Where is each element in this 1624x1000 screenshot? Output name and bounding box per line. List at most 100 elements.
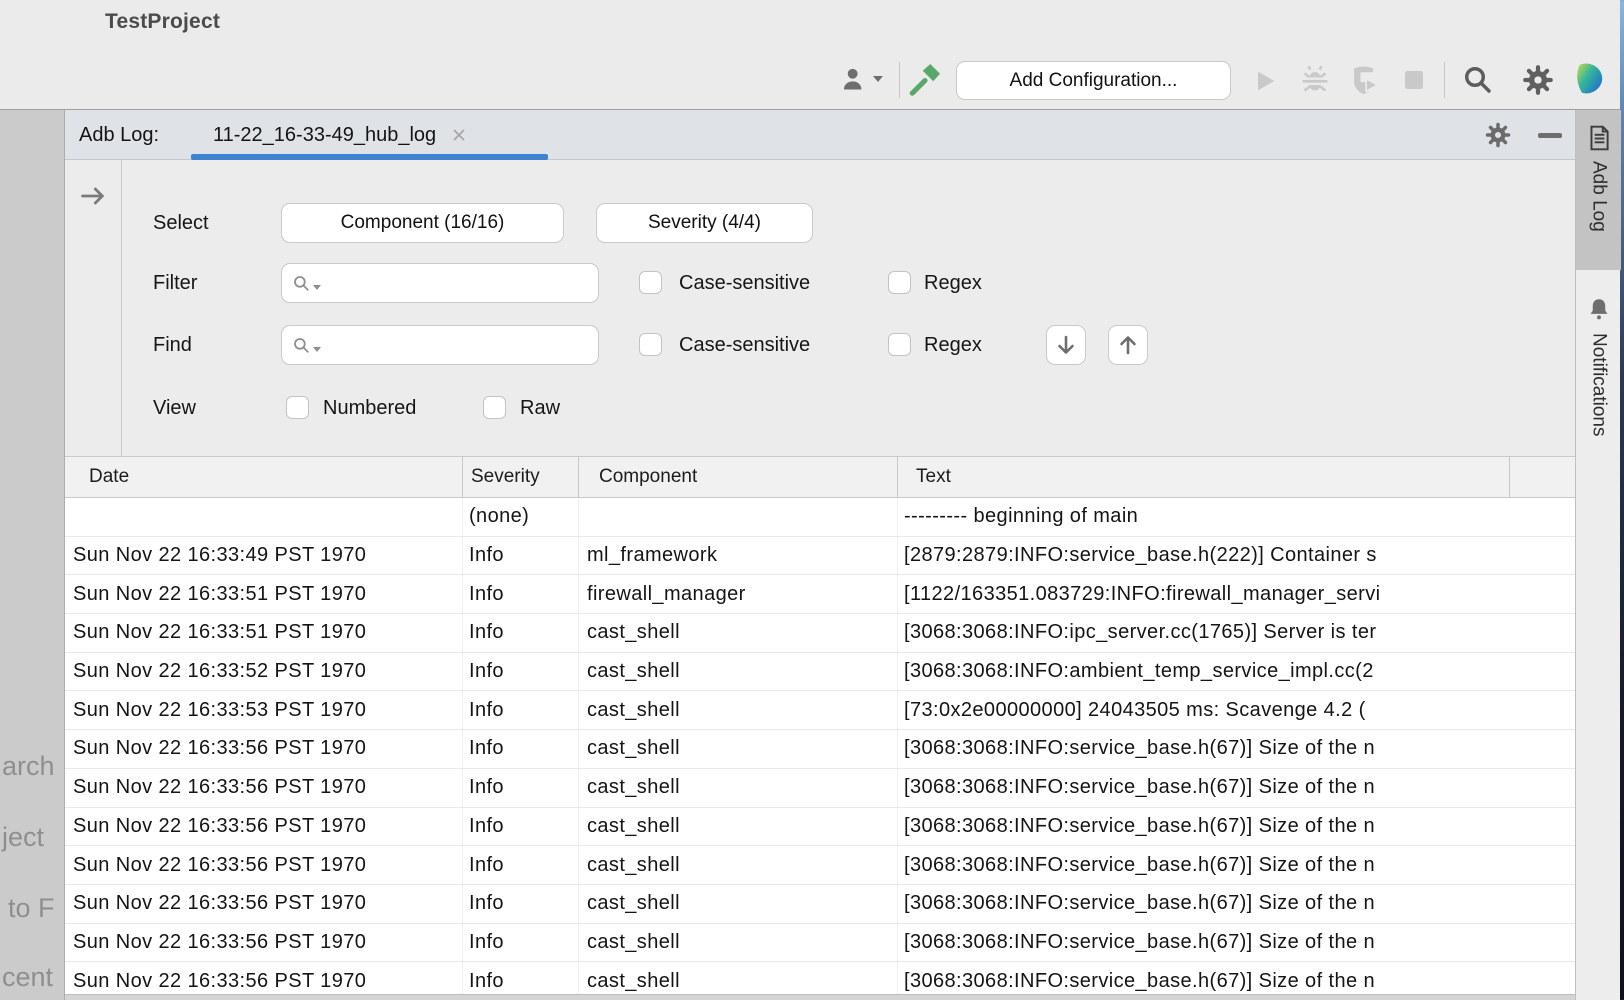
table-row[interactable]: Sun Nov 22 16:33:51 PST 1970Infofirewall…: [65, 575, 1575, 614]
component-filter-label: Component (16/16): [341, 212, 505, 234]
cell-text: [3068:3068:INFO:service_base.h(67)] Size…: [898, 924, 1575, 962]
cell-component: cast_shell: [579, 846, 898, 884]
select-label: Select: [153, 203, 209, 243]
run-icon: [1251, 67, 1279, 95]
filter-label: Filter: [153, 263, 197, 303]
log-table: Date Severity Component Text (none)-----…: [65, 456, 1575, 1000]
titlebar: TestProject Add Configuration...: [0, 0, 1620, 110]
view-label: View: [153, 388, 196, 428]
log-file-tab[interactable]: 11-22_16-33-49_hub_log: [191, 110, 548, 160]
minimize-icon[interactable]: [1538, 133, 1562, 138]
find-regex-checkbox[interactable]: [888, 333, 911, 356]
cell-date: Sun Nov 22 16:33:49 PST 1970: [65, 537, 463, 575]
view-numbered-checkbox[interactable]: [286, 396, 309, 419]
table-row[interactable]: Sun Nov 22 16:33:49 PST 1970Infoml_frame…: [65, 537, 1575, 576]
cell-component: cast_shell: [579, 769, 898, 807]
column-header-spacer: [1510, 457, 1575, 497]
find-input[interactable]: [281, 325, 599, 365]
cell-component: cast_shell: [579, 924, 898, 962]
column-header-component[interactable]: Component: [579, 457, 898, 497]
cell-severity: Info: [463, 575, 579, 613]
search-options-caret-icon: [313, 347, 321, 352]
background-shortcut-fragment: ject: [2, 822, 44, 853]
view-raw-checkbox[interactable]: [483, 396, 506, 419]
view-numbered-label: Numbered: [323, 388, 416, 428]
table-row[interactable]: Sun Nov 22 16:33:56 PST 1970Infocast_she…: [65, 846, 1575, 885]
ide-window: TestProject Add Configuration...: [0, 0, 1620, 1000]
filter-input[interactable]: [281, 263, 599, 303]
find-next-button[interactable]: [1046, 325, 1086, 365]
table-row[interactable]: Sun Nov 22 16:33:53 PST 1970Infocast_she…: [65, 691, 1575, 730]
stop-button[interactable]: [1402, 68, 1426, 92]
assistant-sphere-icon: [1568, 58, 1608, 100]
user-dropdown-button[interactable]: [838, 64, 886, 94]
cell-text: --------- beginning of main: [898, 498, 1575, 536]
table-row[interactable]: Sun Nov 22 16:33:56 PST 1970Infocast_she…: [65, 769, 1575, 808]
panel-bottom-edge: [65, 994, 1575, 1000]
cell-date: Sun Nov 22 16:33:51 PST 1970: [65, 575, 463, 613]
cell-text: [2879:2879:INFO:service_base.h(222)] Con…: [898, 537, 1575, 575]
cell-component: cast_shell: [579, 885, 898, 923]
build-hammer-button[interactable]: [906, 60, 944, 98]
cell-severity: Info: [463, 614, 579, 652]
cell-text: [3068:3068:INFO:ambient_temp_service_imp…: [898, 653, 1575, 691]
assistant-button[interactable]: [1568, 58, 1608, 100]
find-label: Find: [153, 325, 192, 365]
cell-component: cast_shell: [579, 691, 898, 729]
panel-gear-icon[interactable]: [1484, 121, 1512, 149]
background-shortcut-fragment: cent: [2, 962, 53, 993]
cell-severity: Info: [463, 691, 579, 729]
cell-component: cast_shell: [579, 808, 898, 846]
find-previous-button[interactable]: [1108, 325, 1148, 365]
search-everywhere-button[interactable]: [1460, 62, 1494, 96]
run-button[interactable]: [1250, 66, 1280, 96]
filter-case-sensitive-label: Case-sensitive: [679, 263, 810, 303]
close-icon[interactable]: [450, 126, 468, 144]
arrow-down-icon: [1054, 333, 1078, 357]
find-case-sensitive-checkbox[interactable]: [639, 333, 662, 356]
column-header-text[interactable]: Text: [898, 457, 1510, 497]
column-header-date[interactable]: Date: [65, 457, 463, 497]
cell-text: [3068:3068:INFO:service_base.h(67)] Size…: [898, 846, 1575, 884]
document-icon: [1586, 124, 1612, 152]
cell-text: [3068:3068:INFO:service_base.h(67)] Size…: [898, 885, 1575, 923]
cell-severity: Info: [463, 730, 579, 768]
cell-date: [65, 498, 463, 536]
filter-regex-label: Regex: [924, 263, 982, 303]
cell-text: [3068:3068:INFO:ipc_server.cc(1765)] Ser…: [898, 614, 1575, 652]
table-row[interactable]: Sun Nov 22 16:33:51 PST 1970Infocast_she…: [65, 614, 1575, 653]
severity-filter-button[interactable]: Severity (4/4): [596, 203, 813, 243]
cell-component: [579, 498, 898, 536]
table-row[interactable]: Sun Nov 22 16:33:56 PST 1970Infocast_she…: [65, 730, 1575, 769]
collapse-arrow-icon[interactable]: [79, 182, 107, 210]
add-configuration-button[interactable]: Add Configuration...: [956, 61, 1231, 100]
cell-component: firewall_manager: [579, 575, 898, 613]
cell-component: cast_shell: [579, 614, 898, 652]
filter-case-sensitive-checkbox[interactable]: [639, 271, 662, 294]
table-row[interactable]: Sun Nov 22 16:33:56 PST 1970Infocast_she…: [65, 808, 1575, 847]
find-regex-label: Regex: [924, 325, 982, 365]
arrow-up-icon: [1116, 333, 1140, 357]
table-row[interactable]: Sun Nov 22 16:33:52 PST 1970Infocast_she…: [65, 653, 1575, 692]
build-hammer-icon: [907, 61, 943, 97]
table-row[interactable]: Sun Nov 22 16:33:56 PST 1970Infocast_she…: [65, 924, 1575, 963]
column-header-severity[interactable]: Severity: [463, 457, 579, 497]
debug-button[interactable]: [1298, 62, 1332, 98]
component-filter-button[interactable]: Component (16/16): [281, 203, 564, 243]
table-row[interactable]: (none)--------- beginning of main: [65, 498, 1575, 537]
cell-severity: Info: [463, 653, 579, 691]
attach-profiler-icon: [1347, 63, 1381, 97]
window-title: TestProject: [105, 10, 220, 34]
panel-header: Adb Log: 11-22_16-33-49_hub_log: [65, 110, 1575, 160]
table-row[interactable]: Sun Nov 22 16:33:56 PST 1970Infocast_she…: [65, 885, 1575, 924]
tool-window-tab-label: Notifications: [1588, 333, 1610, 437]
cell-date: Sun Nov 22 16:33:56 PST 1970: [65, 924, 463, 962]
cell-date: Sun Nov 22 16:33:52 PST 1970: [65, 653, 463, 691]
tool-window-tab-notifications[interactable]: Notifications: [1576, 296, 1621, 437]
settings-button[interactable]: [1520, 62, 1556, 98]
cell-date: Sun Nov 22 16:33:56 PST 1970: [65, 769, 463, 807]
filter-regex-checkbox[interactable]: [888, 271, 911, 294]
attach-profiler-button[interactable]: [1346, 62, 1382, 98]
toolbar-separator: [899, 62, 900, 98]
tool-window-tab-adb-log[interactable]: Adb Log: [1576, 110, 1621, 270]
